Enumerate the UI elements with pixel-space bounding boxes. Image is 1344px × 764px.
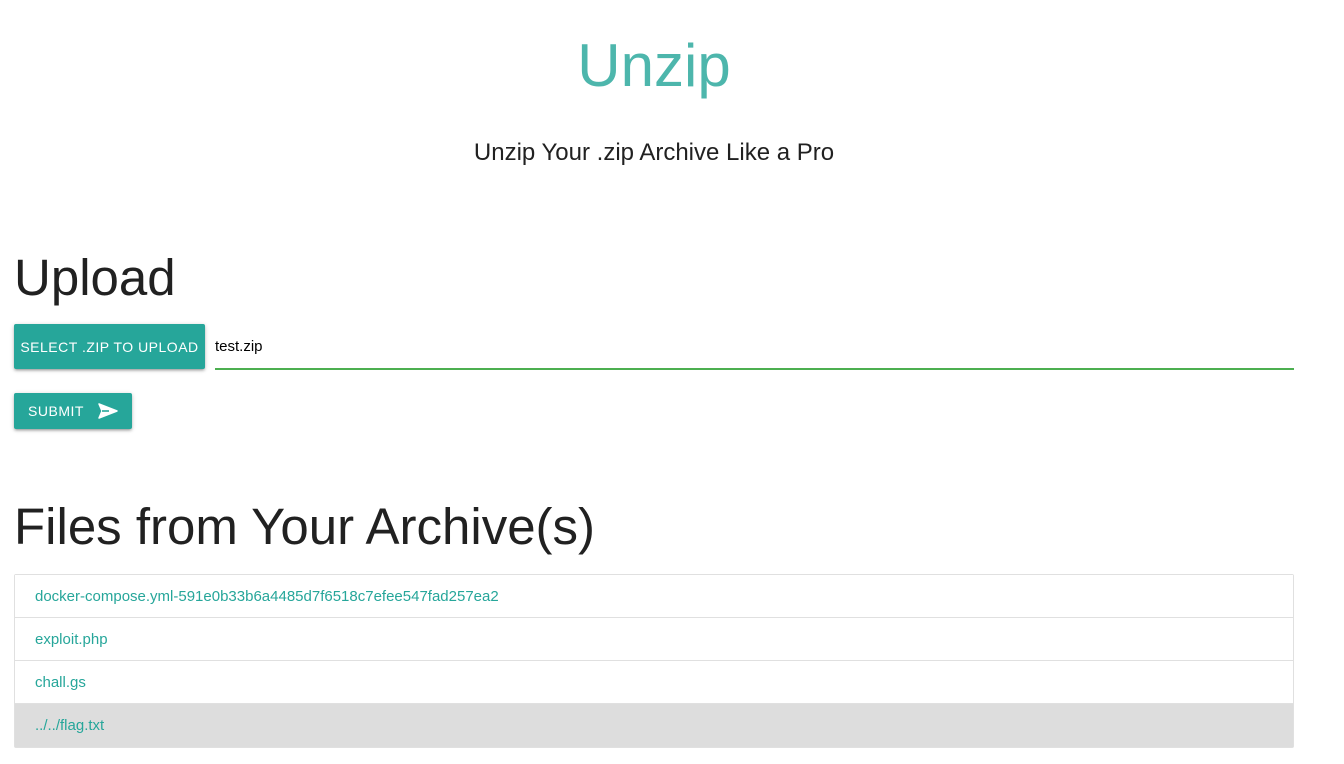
page: Unzip Unzip Your .zip Archive Like a Pro… xyxy=(0,0,1344,764)
select-zip-button-label: SELECT .ZIP TO UPLOAD xyxy=(20,338,199,355)
list-item[interactable]: exploit.php xyxy=(15,618,1293,661)
list-item[interactable]: chall.gs xyxy=(15,661,1293,704)
submit-button-label: SUBMIT xyxy=(28,403,84,419)
file-link[interactable]: exploit.php xyxy=(35,631,108,648)
file-link[interactable]: ../../flag.txt xyxy=(35,717,104,734)
file-link[interactable]: chall.gs xyxy=(35,674,86,691)
upload-heading: Upload xyxy=(14,249,176,306)
list-item-active[interactable]: ../../flag.txt xyxy=(15,704,1293,747)
files-heading: Files from Your Archive(s) xyxy=(14,498,596,555)
file-list: docker-compose.yml-591e0b33b6a4485d7f651… xyxy=(14,574,1294,748)
file-link[interactable]: docker-compose.yml-591e0b33b6a4485d7f651… xyxy=(35,588,499,605)
list-item[interactable]: docker-compose.yml-591e0b33b6a4485d7f651… xyxy=(15,575,1293,618)
select-zip-button[interactable]: SELECT .ZIP TO UPLOAD xyxy=(14,324,205,369)
site-subtitle: Unzip Your .zip Archive Like a Pro xyxy=(473,139,835,166)
submit-button[interactable]: SUBMIT xyxy=(14,393,132,429)
send-icon xyxy=(98,403,118,419)
site-title: Unzip xyxy=(577,32,731,99)
file-path-input[interactable] xyxy=(215,324,1294,370)
